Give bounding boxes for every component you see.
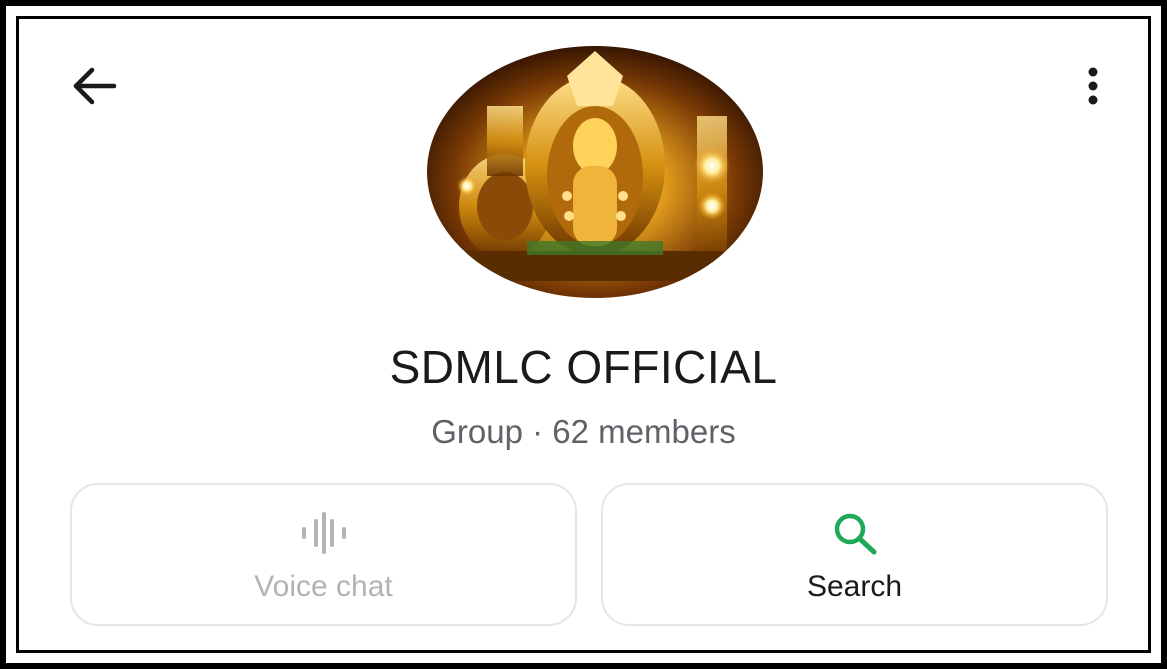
voice-chat-button[interactable]: Voice chat (70, 483, 577, 626)
search-icon (834, 513, 876, 555)
back-button[interactable] (64, 58, 124, 114)
search-button[interactable]: Search (601, 483, 1108, 626)
group-name: SDMLC OFFICIAL (389, 341, 778, 393)
group-avatar[interactable] (427, 46, 763, 298)
group-member-count: Group · 62 members (431, 413, 736, 450)
more-vertical-icon (1088, 67, 1098, 105)
deity-shrine-image (427, 46, 763, 298)
arrow-left-icon (73, 67, 117, 105)
search-label: Search (806, 570, 903, 603)
voice-chat-label: Voice chat (254, 570, 393, 603)
voice-wave-icon (301, 512, 346, 554)
more-options-button[interactable] (1068, 56, 1118, 116)
profile-screen: SDMLC OFFICIAL Group · 62 members Voice … (6, 6, 1161, 663)
